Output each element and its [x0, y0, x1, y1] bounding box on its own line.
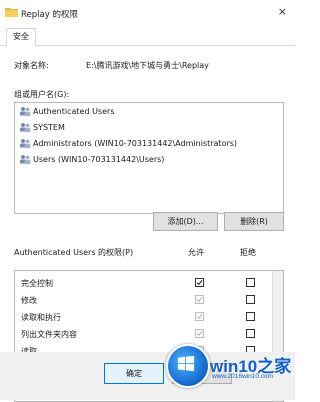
allow-checkbox[interactable]	[195, 329, 204, 338]
deny-checkbox[interactable]	[246, 278, 255, 287]
deny-header: 拒绝	[240, 248, 256, 257]
remove-button[interactable]: 删除(R)	[224, 212, 284, 231]
permission-row: 修改	[15, 292, 283, 308]
groups-label: 组或用户名(G):	[14, 90, 70, 99]
user-group-icon	[20, 155, 31, 164]
list-item[interactable]: Authenticated Users	[19, 105, 114, 119]
list-item-label: SYSTEM	[33, 123, 65, 132]
permission-name: 修改	[21, 296, 37, 305]
tab-strip: 安全	[0, 28, 295, 47]
list-item-label: Authenticated Users	[33, 107, 115, 116]
deny-checkbox[interactable]	[246, 329, 255, 338]
allow-checkbox[interactable]	[195, 278, 204, 287]
permission-row: 完全控制	[15, 275, 283, 291]
list-item[interactable]: Users (WIN10-703131442\Users)	[19, 153, 164, 167]
groups-list[interactable]: Authenticated Users SYSTEM Administrator…	[14, 102, 284, 214]
list-item-label: Administrators (WIN10-703131442\Administ…	[33, 139, 238, 148]
folder-icon	[5, 8, 18, 17]
permission-name: 读取和执行	[21, 313, 61, 322]
tab-security[interactable]: 安全	[6, 28, 36, 47]
object-name-label: 对象名称:	[14, 61, 49, 70]
watermark-url: www.2016win10.com	[212, 373, 274, 380]
allow-header: 允许	[188, 248, 204, 257]
object-name-value: E:\腾讯游戏\地下城与勇士\Replay	[86, 61, 209, 70]
windows-logo-icon	[166, 344, 210, 388]
add-button[interactable]: 添加(D)...	[153, 212, 218, 231]
list-item[interactable]: Administrators (WIN10-703131442\Administ…	[19, 137, 237, 151]
permission-name: 完全控制	[21, 279, 53, 288]
window-title: Replay 的权限	[21, 10, 78, 20]
user-group-icon	[20, 107, 31, 116]
deny-checkbox[interactable]	[246, 295, 255, 304]
user-group-icon	[20, 139, 31, 148]
close-button[interactable]: ×	[278, 6, 287, 18]
list-item[interactable]: SYSTEM	[19, 121, 65, 135]
title-bar: Replay 的权限 ×	[0, 0, 295, 26]
user-group-icon	[20, 123, 31, 132]
permission-row: 读取和执行	[15, 309, 283, 325]
deny-checkbox[interactable]	[246, 312, 255, 321]
list-item-label: Users (WIN10-703131442\Users)	[33, 155, 165, 164]
allow-checkbox[interactable]	[195, 295, 204, 304]
watermark-logo: win10之家 www.2016win10.com	[150, 340, 295, 400]
permission-name: 列出文件夹内容	[21, 330, 77, 339]
permissions-header: Authenticated Users 的权限(P)	[14, 248, 134, 257]
allow-checkbox[interactable]	[195, 312, 204, 321]
